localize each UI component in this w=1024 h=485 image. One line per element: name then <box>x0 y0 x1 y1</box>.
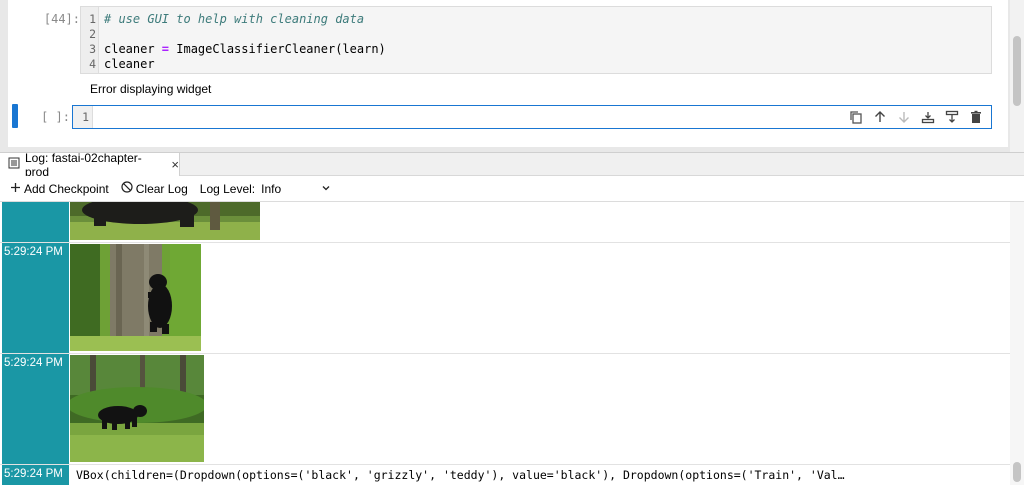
add-checkpoint-label: Add Checkpoint <box>24 181 109 196</box>
close-icon[interactable]: × <box>171 157 179 172</box>
log-scrollbar[interactable] <box>1010 202 1024 485</box>
active-cell-indicator[interactable] <box>12 104 18 128</box>
log-toolbar: Add Checkpoint Clear Log Log Level: Info <box>0 176 1024 202</box>
log-timestamp: 5:29:24 PM <box>2 354 69 464</box>
code-line: cleaner = ImageClassifierCleaner(learn) <box>104 42 386 56</box>
log-entry: 5:29:24 PM <box>0 354 1010 465</box>
clear-log-label: Clear Log <box>135 181 188 196</box>
notebook-scroll-thumb[interactable] <box>1013 36 1021 106</box>
move-up-icon[interactable] <box>871 108 889 126</box>
log-tab-bar: Log: fastai-02chapter-prod × <box>0 150 1024 179</box>
code-operator: = <box>161 42 170 56</box>
log-scroll-thumb[interactable] <box>1013 462 1021 482</box>
log-level-value: Info <box>261 181 282 196</box>
log-list-icon <box>8 157 20 172</box>
no-entry-icon <box>121 181 133 196</box>
bear-cub-on-tree-image <box>70 244 201 351</box>
log-timestamp: 5:29:24 PM <box>2 243 69 353</box>
log-entry: 5:29:24 PM VBox(children=(Dropdown(optio… <box>0 465 1010 485</box>
log-widget-repr: VBox(children=(Dropdown(options=('black'… <box>76 468 845 482</box>
cell-prompt: [ ]: <box>41 110 70 124</box>
notebook-area: [44]: 1 2 3 4 # use GUI to help with cle… <box>0 0 1024 152</box>
code-text: cleaner <box>104 42 162 56</box>
insert-below-icon[interactable] <box>943 108 961 126</box>
log-timestamp <box>2 202 69 242</box>
black-bear-in-forest-image <box>70 355 204 462</box>
code-comment: # use GUI to help with cleaning data <box>104 12 365 26</box>
delete-icon[interactable] <box>967 108 985 126</box>
code-text: ImageClassifierCleaner(learn) <box>169 42 386 56</box>
log-level-select[interactable]: Info <box>261 182 331 196</box>
clear-log-button[interactable]: Clear Log <box>121 181 188 196</box>
log-entry <box>0 202 1010 243</box>
chevron-down-icon <box>321 182 331 196</box>
line-number: 2 <box>89 27 96 41</box>
cell-toolbar <box>847 108 985 126</box>
code-line: cleaner <box>104 57 155 71</box>
log-entries: 5:29:24 PM 5:29:24 PM 5:29:24 PM VBox(ch… <box>0 202 1024 485</box>
plus-icon <box>10 182 21 196</box>
add-checkpoint-button[interactable]: Add Checkpoint <box>10 182 109 196</box>
code-cell-editor[interactable]: 1 2 3 4 # use GUI to help with cleaning … <box>80 6 992 74</box>
bear-walking-cropped-image <box>70 202 260 240</box>
log-tab-title: Log: fastai-02chapter-prod <box>25 150 142 179</box>
move-down-icon[interactable] <box>895 108 913 126</box>
log-entry: 5:29:24 PM <box>0 243 1010 354</box>
log-timestamp: 5:29:24 PM <box>2 465 69 485</box>
copy-icon[interactable] <box>847 108 865 126</box>
log-tab[interactable]: Log: fastai-02chapter-prod × <box>0 150 180 179</box>
cell-output-error: Error displaying widget <box>90 82 212 96</box>
notebook-scrollbar[interactable] <box>1010 0 1024 152</box>
insert-above-icon[interactable] <box>919 108 937 126</box>
line-number: 3 <box>89 42 96 56</box>
empty-code-cell-editor[interactable]: 1 <box>72 105 992 129</box>
line-number: 4 <box>89 57 96 71</box>
line-number: 1 <box>89 12 96 26</box>
cell-prompt: [44]: <box>43 12 80 26</box>
log-level-label: Log Level: <box>199 181 256 196</box>
line-number: 1 <box>82 110 89 124</box>
